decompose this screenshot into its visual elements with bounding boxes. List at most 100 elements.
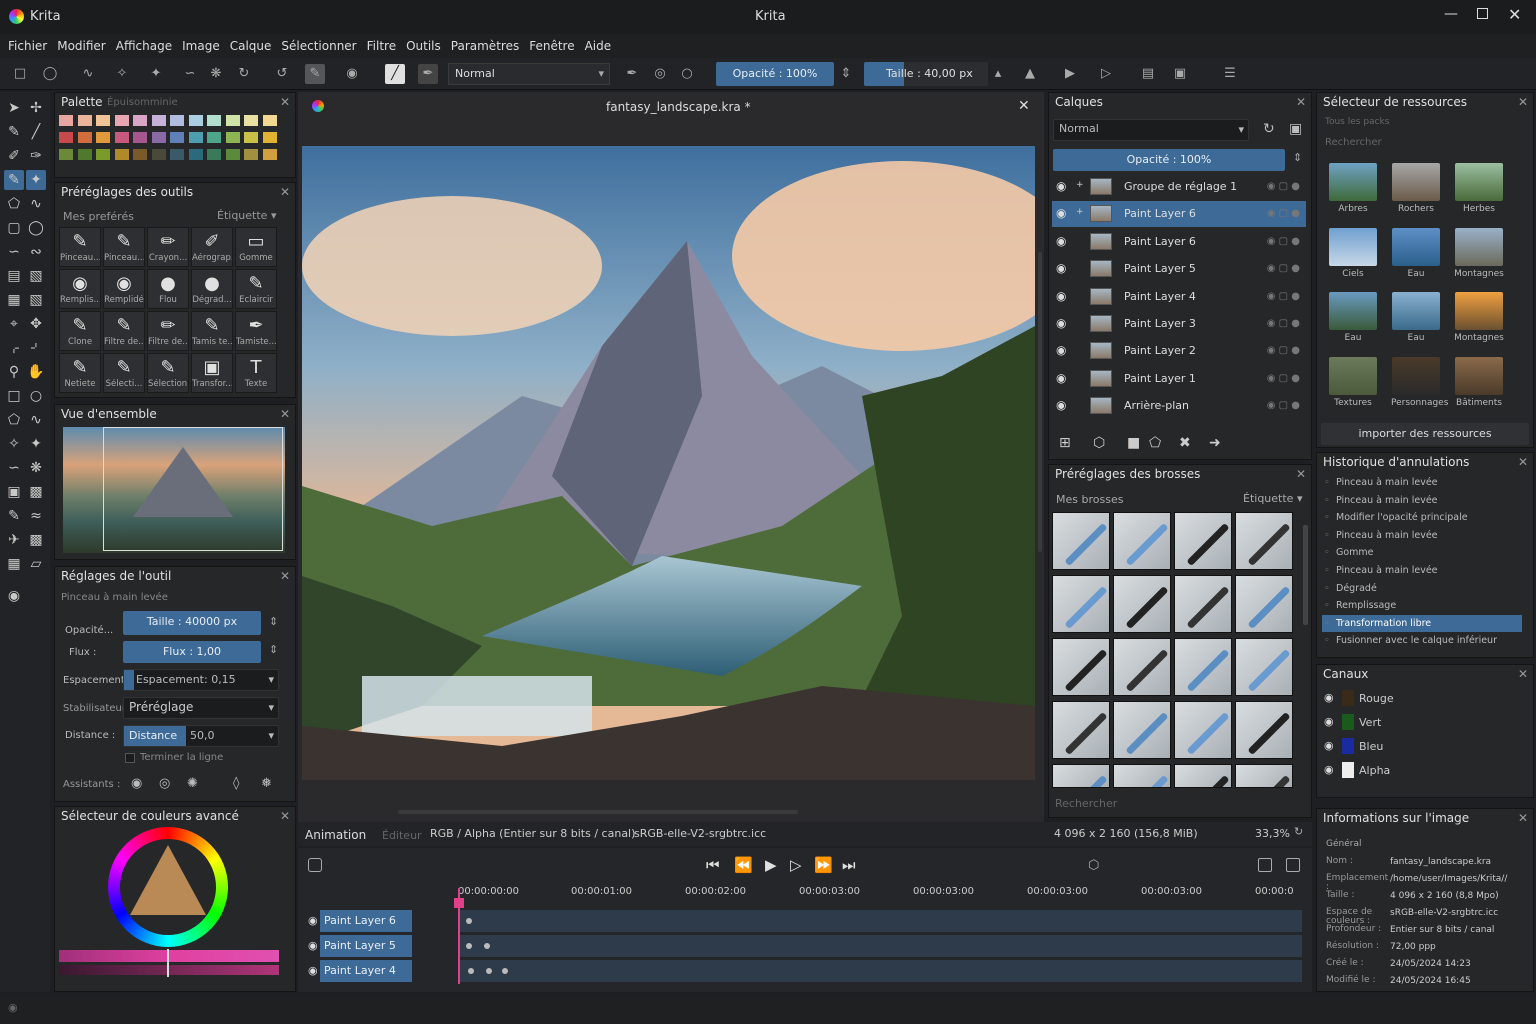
menu-affichage[interactable]: Affichage [111, 34, 177, 58]
timeline-row[interactable]: ◉ Paint Layer 4 [302, 960, 1302, 982]
history-item[interactable]: ◦ Transformation libre [1322, 614, 1522, 632]
expand-icon[interactable]: + [1076, 207, 1084, 217]
layer-row[interactable]: ◉ Paint Layer 1 ◉ ▢ ● [1052, 366, 1306, 392]
status-icon[interactable]: ◉ [8, 1001, 18, 1014]
menu-selectionner[interactable]: Sélectionner [276, 34, 361, 58]
resource-item[interactable]: Arbres [1328, 163, 1378, 221]
play-button-icon[interactable]: ▶ [765, 856, 777, 874]
palette-swatch[interactable] [207, 115, 221, 126]
brush-preset-item[interactable] [1052, 764, 1110, 788]
distance-field[interactable]: Distance 50,0 ▾ [123, 725, 279, 747]
brush-preset-item[interactable] [1113, 512, 1171, 570]
layer-name[interactable]: Groupe de réglage 1 [1124, 180, 1237, 193]
zoom-label[interactable]: 33,3% [1255, 827, 1290, 840]
assistant-icon-1[interactable]: ◉ [131, 776, 142, 791]
gradient-swatch-icon[interactable]: ╱ [385, 64, 405, 84]
brush-preset-item[interactable] [1113, 638, 1171, 696]
color-wheel[interactable] [108, 827, 228, 947]
select-tool-icon[interactable]: ➤ [4, 98, 24, 118]
tool-preset-item[interactable]: ✎ Clone [59, 311, 101, 351]
playhead-handle[interactable] [454, 898, 464, 908]
spacing-field[interactable]: Espacement: 0,15 ▾ [123, 669, 279, 691]
layer-properties-icon[interactable]: ➜ [1209, 435, 1221, 451]
eye-icon[interactable]: ◉ [308, 914, 318, 927]
tool-preset-item[interactable]: ✎ Netiete [59, 353, 101, 393]
tab-animation[interactable]: Animation [305, 828, 366, 842]
palette-swatch[interactable] [244, 149, 258, 160]
tool-preset-item[interactable]: ▭ Gomme [235, 227, 277, 267]
brush-preset-item[interactable] [1052, 701, 1110, 759]
history-item[interactable]: ◦ Pinceau à main levée [1322, 492, 1522, 509]
measure-tool-icon[interactable]: ⌌ [4, 338, 24, 358]
layer-lock-icon[interactable]: ◉ ▢ ● [1267, 236, 1300, 247]
close-icon[interactable]: ✕ [280, 569, 290, 583]
preserve-alpha-icon[interactable]: ◎ [650, 64, 670, 84]
ellipse-icon[interactable]: ◯ [26, 218, 46, 238]
layer-name[interactable]: Paint Layer 5 [1124, 262, 1196, 275]
palette-swatch[interactable] [262, 132, 277, 143]
palette-swatch[interactable] [96, 132, 110, 143]
brush-search[interactable]: Rechercher [1055, 797, 1117, 810]
bezier-select-tool-icon[interactable]: ∽ [4, 458, 24, 478]
calligraphy-icon[interactable]: ✐ [4, 146, 24, 166]
menu-outils[interactable]: Outils [401, 34, 446, 58]
palette-swatch[interactable] [207, 149, 221, 160]
opacity-spin-icon[interactable]: ⇕ [836, 64, 856, 84]
palette-swatch[interactable] [151, 149, 166, 160]
layer-opacity-spin-icon[interactable]: ⇕ [1293, 151, 1302, 164]
tool-preset-item[interactable]: ▣ Transfor... [191, 353, 233, 393]
palette-swatch[interactable] [188, 115, 203, 126]
keyframe-dot[interactable] [502, 968, 508, 974]
eye-icon[interactable]: ◉ [308, 939, 318, 952]
menu-filtre[interactable]: Filtre [362, 34, 401, 58]
canvas-painting[interactable] [302, 146, 1035, 780]
palette-swatch[interactable] [114, 132, 129, 143]
similar-select-tool-icon[interactable]: ✦ [26, 434, 46, 454]
crop-tool-icon[interactable]: ⌖ [4, 314, 24, 334]
opacity-field[interactable]: Taille : 40000 px [123, 611, 261, 635]
eye-icon[interactable]: ◉ [1056, 289, 1070, 303]
layer-row[interactable]: ◉ Paint Layer 5 ◉ ▢ ● [1052, 256, 1306, 282]
channel-row[interactable]: ◉ Rouge [1322, 689, 1522, 709]
assistant-icon-2[interactable]: ◎ [159, 776, 170, 791]
tool-preset-item[interactable]: ● Dégrad... [191, 269, 233, 309]
tool-preset-item[interactable]: ✎ Pinceau... [59, 227, 101, 267]
tool-preset-item[interactable]: ✎ Tamis te... [191, 311, 233, 351]
tool-preset-item[interactable]: ✐Aérograp... [191, 227, 233, 267]
palette-swatch[interactable] [207, 132, 221, 143]
keyframe-dot[interactable] [466, 943, 472, 949]
palette-swatch[interactable] [59, 115, 73, 126]
horizontal-scrollbar[interactable] [398, 810, 798, 814]
channel-row[interactable]: ◉ Vert [1322, 713, 1522, 733]
layer-lock-icon[interactable]: ◉ ▢ ● [1267, 318, 1300, 329]
rect-select-icon[interactable]: □ [10, 64, 30, 84]
warp-tool-icon[interactable]: ≈ [26, 506, 46, 526]
close-icon[interactable]: ✕ [1296, 95, 1306, 109]
finish-line-checkbox[interactable] [125, 753, 135, 763]
resource-item[interactable]: Personnages [1391, 356, 1448, 415]
add-layer-icon[interactable]: ⊞ [1059, 435, 1071, 451]
layer-lock-icon[interactable]: ◉ ▢ ● [1267, 345, 1300, 356]
close-window-button[interactable]: ✕ [1508, 5, 1521, 24]
liquify-tool-icon[interactable]: ✈ [4, 530, 24, 550]
palette-swatch[interactable] [59, 149, 73, 160]
reload-icon[interactable]: ▣ [1170, 64, 1190, 84]
rect-select-tool-icon[interactable]: □ [4, 386, 24, 406]
opacity-slider[interactable]: Opacité : 100% [716, 62, 834, 86]
timeline-settings-icon[interactable] [1258, 858, 1272, 872]
size-spin-icon[interactable]: ▴ [988, 64, 1008, 84]
layer-lock-icon[interactable]: ◉ ▢ ● [1267, 291, 1300, 302]
brush-presets-tag[interactable]: Étiquette ▾ [1243, 492, 1302, 505]
layer-name[interactable]: Paint Layer 3 [1124, 317, 1196, 330]
palette-swatch[interactable] [170, 149, 184, 160]
brush-preset-item[interactable] [1235, 701, 1293, 759]
tool-preset-item[interactable]: ✎ Éclaircir [235, 269, 277, 309]
close-icon[interactable]: ✕ [1518, 667, 1528, 681]
brush-presets-filter[interactable]: Mes brosses [1056, 493, 1123, 506]
vertical-scrollbar[interactable] [1038, 252, 1042, 552]
duplicate-layer-icon[interactable]: ⬡ [1093, 435, 1105, 451]
layer-opacity-slider[interactable]: Opacité : 100% [1053, 149, 1285, 171]
freehand-select-icon[interactable]: ∿ [78, 64, 98, 84]
brush-preset-item[interactable] [1235, 512, 1293, 570]
canvas-only-icon[interactable]: ▤ [1138, 64, 1158, 84]
